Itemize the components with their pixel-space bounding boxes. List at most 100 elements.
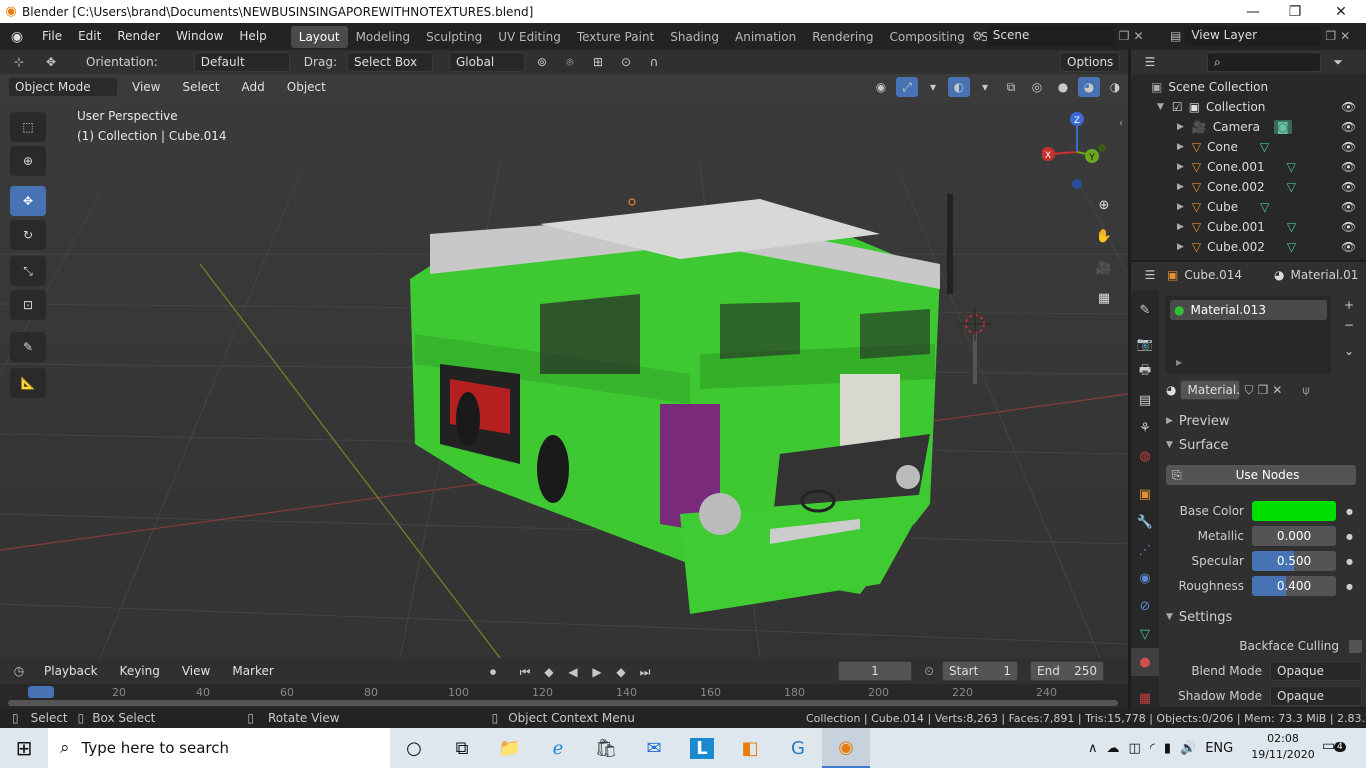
material-tab-icon[interactable]: ● <box>1131 648 1159 676</box>
preview-panel-header[interactable]: ▶ Preview <box>1166 410 1362 432</box>
perspective-toggle-icon[interactable]: ▦ <box>1092 286 1116 310</box>
gizmo-toggle-icon[interactable]: ⤢ <box>896 77 918 97</box>
scene-tab-icon[interactable]: ⚘ <box>1131 414 1159 442</box>
vp-menu-select[interactable]: Select <box>174 74 227 101</box>
outliner-editor-type-icon[interactable]: ☰ <box>1139 52 1161 72</box>
minimize-button[interactable]: — <box>1230 0 1276 23</box>
outliner-item-cube-002[interactable]: ▶ ▽ Cube.002 ▽ 👁 <box>1131 237 1366 257</box>
blend-mode-select[interactable]: Opaque <box>1270 661 1362 681</box>
end-frame-field[interactable]: End 250 <box>1030 661 1104 681</box>
render-tab-icon[interactable]: 📷 <box>1131 330 1159 358</box>
tab-uv-editing[interactable]: UV Editing <box>490 26 569 48</box>
visibility-eye-icon[interactable]: 👁 <box>1341 220 1356 234</box>
expand-icon[interactable]: ▶ <box>1177 122 1184 132</box>
options-dropdown[interactable]: Options <box>1060 52 1120 72</box>
outliner-item-cube[interactable]: ▶ ▽ Cube ▽ 👁 <box>1131 197 1366 217</box>
file-explorer-icon[interactable]: 📁 <box>486 728 534 768</box>
constraints-tab-icon[interactable]: ⊘ <box>1131 592 1159 620</box>
play-icon[interactable]: ▶ <box>586 662 608 682</box>
use-nodes-button[interactable]: ⎘ Use Nodes <box>1166 465 1356 485</box>
jump-end-icon[interactable]: ⏭ <box>634 662 656 682</box>
store-icon[interactable]: 🛍 <box>582 728 630 768</box>
timeline-scrollbar[interactable] <box>8 700 1118 706</box>
record-icon[interactable]: ⏺ <box>482 662 504 682</box>
slot-expand-icon[interactable]: ▶ <box>1176 358 1182 367</box>
outliner-item-cone-002[interactable]: ▶ ▽ Cone.002 ▽ 👁 <box>1131 177 1366 197</box>
wireframe-shading-icon[interactable]: ◎ <box>1026 77 1048 97</box>
snap-icon[interactable]: ⌾ <box>559 52 581 72</box>
view-layer-field[interactable]: View Layer <box>1185 26 1322 46</box>
prev-keyframe-icon[interactable]: ◆ <box>538 662 560 682</box>
maximize-button[interactable]: ❐ <box>1272 0 1318 23</box>
metallic-slider[interactable]: 0.000 <box>1252 526 1336 546</box>
drag-select[interactable]: Select Box <box>346 52 433 72</box>
tab-shading[interactable]: Shading <box>662 26 727 48</box>
gizmo-dropdown-icon[interactable]: ▾ <box>922 77 944 97</box>
expand-icon[interactable]: ▶ <box>1177 162 1184 172</box>
outliner-item-cone-001[interactable]: ▶ ▽ Cone.001 ▽ 👁 <box>1131 157 1366 177</box>
tray-expand-icon[interactable]: ∧ <box>1088 741 1098 756</box>
menu-edit[interactable]: Edit <box>70 23 109 50</box>
outliner-item-camera[interactable]: ▶ 🎥 Camera ◙ 👁 <box>1131 117 1366 137</box>
backface-culling-checkbox[interactable] <box>1349 639 1362 653</box>
menu-file[interactable]: File <box>34 23 70 50</box>
playhead[interactable] <box>28 686 54 698</box>
zoom-icon[interactable]: ⊕ <box>1092 193 1116 217</box>
outliner-filter-icon[interactable]: ⏷ <box>1327 52 1349 72</box>
keyframe-dot-icon[interactable]: ● <box>1346 582 1353 591</box>
physics-tab-icon[interactable]: ◉ <box>1131 564 1159 592</box>
volume-icon[interactable]: 🔊 <box>1180 741 1196 756</box>
expand-icon[interactable]: ▶ <box>1177 182 1184 192</box>
tab-compositing[interactable]: Compositing <box>881 26 972 48</box>
expand-icon[interactable]: ▶ <box>1177 142 1184 152</box>
pivot-point-icon[interactable]: ⊚ <box>531 52 553 72</box>
xray-icon[interactable]: ⧉ <box>1000 77 1022 97</box>
tab-rendering[interactable]: Rendering <box>804 26 881 48</box>
tab-animation[interactable]: Animation <box>727 26 804 48</box>
tool-tab-icon[interactable]: ✎ <box>1131 296 1159 324</box>
material-slot-item[interactable]: ● Material.013 <box>1170 300 1327 320</box>
expand-collection-icon[interactable]: ▼ <box>1157 102 1164 112</box>
visibility-eye-icon[interactable]: 👁 <box>1341 140 1356 154</box>
timeline-ruler[interactable]: 120406080100120140160180200220240 <box>0 686 1128 700</box>
expand-icon[interactable]: ▶ <box>1177 242 1184 252</box>
view-layer-remove-icon[interactable]: ✕ <box>1340 29 1350 43</box>
visibility-eye-icon[interactable]: 👁 <box>1341 160 1356 174</box>
timeline-menu-marker[interactable]: Marker <box>224 658 281 685</box>
expand-icon[interactable]: ▶ <box>1177 222 1184 232</box>
tab-sculpting[interactable]: Sculpting <box>418 26 490 48</box>
sidebar-toggle-icon[interactable]: ‹ <box>1119 118 1123 129</box>
collection-checkbox-icon[interactable]: ☑ <box>1172 100 1183 114</box>
blender-taskbar-icon[interactable]: ◉ <box>822 728 870 768</box>
scene-name-field[interactable]: Scene <box>986 26 1115 46</box>
camera-view-icon[interactable]: 🎥 <box>1092 256 1116 280</box>
scene-copy-icon[interactable]: ❐ <box>1119 29 1130 43</box>
task-view-icon[interactable]: ⧉ <box>438 728 486 768</box>
wifi-icon[interactable]: ◜ <box>1150 741 1155 756</box>
expand-icon[interactable]: ▶ <box>1177 202 1184 212</box>
select-box-tool-icon[interactable]: ⬚ <box>10 112 46 142</box>
pan-hand-icon[interactable]: ✋ <box>1092 224 1116 248</box>
move-tool-button-icon[interactable]: ✥ <box>10 186 46 216</box>
cursor-tool-icon[interactable]: ⊕ <box>10 146 46 176</box>
timeline-editor-type-icon[interactable]: ◷ <box>8 661 30 681</box>
tab-modeling[interactable]: Modeling <box>348 26 419 48</box>
edge-browser-icon[interactable]: ℯ <box>534 728 582 768</box>
battery-icon[interactable]: ▮ <box>1164 741 1171 756</box>
network-icon[interactable]: ◫ <box>1129 741 1141 756</box>
transform-tool-icon[interactable]: ⊡ <box>10 290 46 320</box>
solid-shading-icon[interactable]: ● <box>1052 77 1074 97</box>
timeline-menu-playback[interactable]: Playback <box>36 658 106 685</box>
link-type-icon[interactable]: ⍦ <box>1302 383 1309 398</box>
navigation-gizmo[interactable]: Z X Y <box>1042 112 1112 192</box>
app-orange-icon[interactable]: ◧ <box>726 728 774 768</box>
visibility-eye-icon[interactable]: 👁 <box>1341 180 1356 194</box>
overlay-dropdown-icon[interactable]: ▾ <box>974 77 996 97</box>
keyframe-dot-icon[interactable]: ● <box>1346 557 1353 566</box>
play-reverse-icon[interactable]: ◀ <box>562 662 584 682</box>
proportional-edit-icon[interactable]: ⊙ <box>615 52 637 72</box>
fake-user-icon[interactable]: ⛉ <box>1244 383 1253 398</box>
visibility-eye-icon[interactable]: 👁 <box>1341 240 1356 254</box>
remove-slot-icon[interactable]: − <box>1340 318 1358 336</box>
start-frame-field[interactable]: Start 1 <box>942 661 1018 681</box>
